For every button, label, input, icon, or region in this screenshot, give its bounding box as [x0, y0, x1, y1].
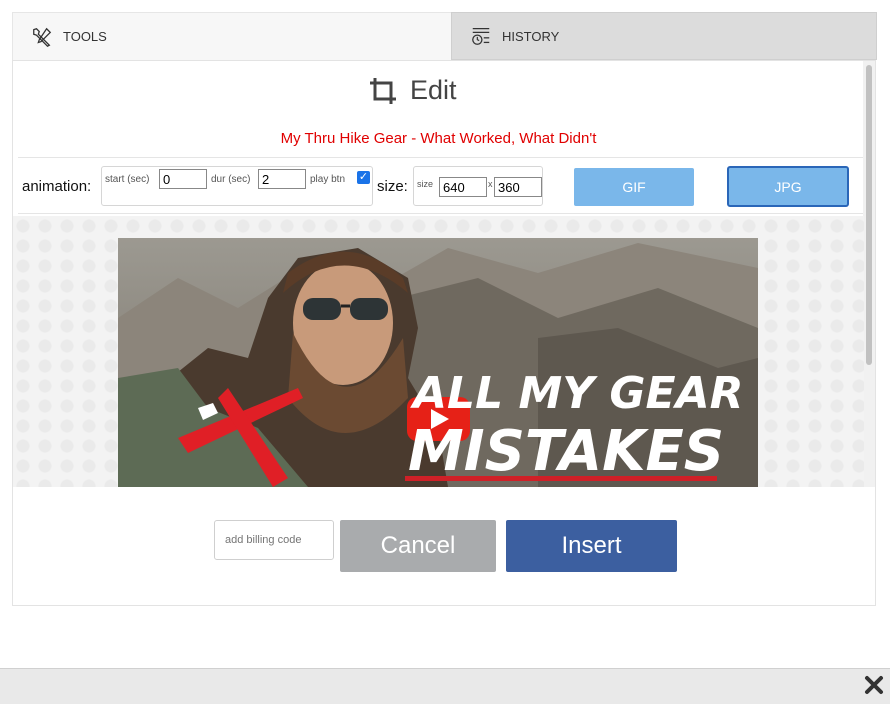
edit-title: Edit — [368, 75, 457, 106]
size-separator: x — [488, 179, 493, 189]
animation-label: animation: — [22, 178, 92, 195]
edit-title-text: Edit — [410, 75, 457, 105]
dur-input[interactable] — [258, 169, 306, 189]
tools-icon — [33, 27, 52, 47]
width-input[interactable] — [439, 177, 487, 197]
gif-button[interactable]: GIF — [574, 168, 694, 206]
thumbnail-overlay-line2: MISTAKES — [408, 419, 724, 484]
animation-options: start (sec) dur (sec) play btn ✓ — [101, 166, 373, 206]
tab-tools[interactable]: TOOLS — [12, 12, 452, 60]
insert-button[interactable]: Insert — [506, 520, 677, 572]
tab-history[interactable]: HISTORY — [451, 12, 877, 60]
history-icon — [472, 28, 490, 45]
scrollbar-thumb[interactable] — [866, 65, 872, 365]
cancel-button[interactable]: Cancel — [340, 520, 496, 572]
video-thumbnail[interactable]: ALL MY GEAR MISTAKES — [118, 238, 758, 487]
billing-code-input[interactable] — [214, 520, 334, 560]
bottom-bar — [0, 668, 890, 704]
thumbnail-image: ALL MY GEAR MISTAKES — [118, 238, 758, 487]
close-icon[interactable] — [864, 675, 884, 695]
height-input[interactable] — [494, 177, 542, 197]
thumbnail-overlay-line1: ALL MY GEAR — [410, 368, 744, 419]
edit-header: Edit My Thru Hike Gear - What Worked, Wh… — [13, 61, 864, 157]
tab-bar: TOOLS HISTORY — [12, 12, 877, 60]
footer-actions: Cancel Insert — [13, 487, 864, 607]
tab-history-label: HISTORY — [502, 28, 560, 44]
size-small-label: size — [417, 179, 434, 189]
play-btn-label: play btn — [310, 174, 346, 185]
jpg-button[interactable]: JPG — [727, 166, 849, 207]
dur-label: dur (sec) — [211, 174, 251, 185]
tab-tools-label: TOOLS — [63, 29, 107, 44]
start-label: start (sec) — [105, 174, 150, 185]
scrollbar[interactable] — [863, 61, 875, 487]
preview-area: ALL MY GEAR MISTAKES — [13, 216, 864, 487]
crop-icon — [370, 77, 396, 104]
size-options: size x — [413, 166, 543, 206]
edit-panel: Edit My Thru Hike Gear - What Worked, Wh… — [12, 60, 876, 606]
start-input[interactable] — [159, 169, 207, 189]
size-label: size: — [377, 178, 408, 195]
video-title: My Thru Hike Gear - What Worked, What Di… — [280, 130, 597, 147]
play-btn-checkbox[interactable]: ✓ — [357, 171, 370, 184]
controls-row: animation: start (sec) dur (sec) play bt… — [18, 157, 863, 214]
